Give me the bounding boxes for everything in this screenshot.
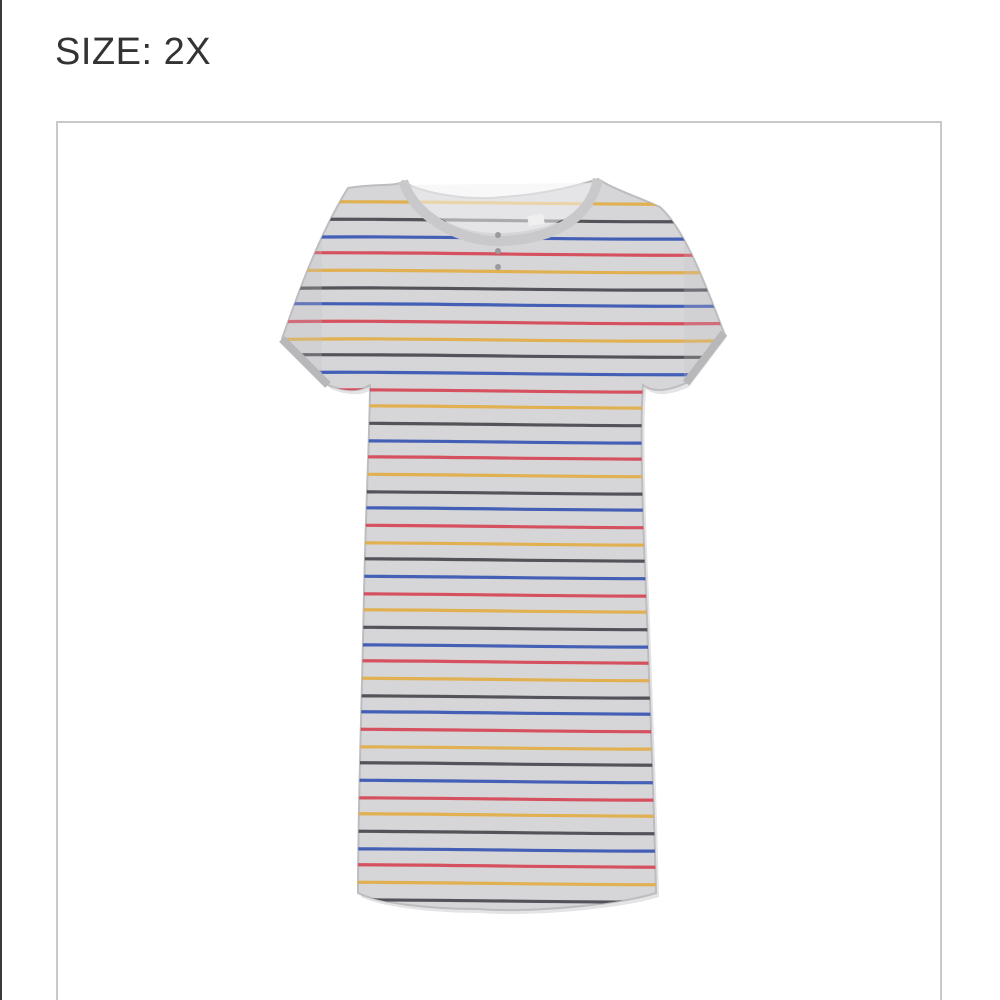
button-icon: [495, 248, 501, 254]
button-icon: [495, 232, 501, 238]
dress-stripe: [282, 862, 724, 870]
dress-stripe: [282, 388, 724, 394]
dress-stripe: [282, 745, 724, 751]
dress-stripe: [282, 403, 724, 411]
dress-stripe: [282, 643, 724, 649]
dress-stripe: [282, 523, 724, 530]
dress-stripe: [282, 880, 724, 887]
dress-stripe: [282, 625, 724, 632]
dress-stripe: [282, 778, 724, 785]
dress-stripe: [282, 556, 724, 564]
dress-stripe: [282, 421, 724, 428]
dress-stripe: [282, 541, 724, 547]
dress-stripe: [282, 472, 724, 479]
dress-stripe: [282, 676, 724, 683]
dress-stripe: [282, 607, 724, 615]
dress-stripe: [282, 811, 724, 819]
dress-stripe: [282, 847, 724, 853]
dress-stripe: [282, 592, 724, 598]
striped-dress-image: [279, 177, 728, 915]
dress-stripe: [282, 694, 724, 700]
dress-stripe: [282, 505, 724, 513]
button-icon: [495, 264, 501, 270]
dress-stripe: [282, 829, 724, 836]
product-image-frame: [56, 121, 942, 1000]
product-size-page: SIZE: 2X: [0, 0, 1000, 1000]
dress-stripe: [282, 490, 724, 496]
dress-stripe: [282, 727, 724, 734]
dress-stripe: [282, 709, 724, 717]
dress-stripe: [282, 574, 724, 581]
dress-stripe: [282, 796, 724, 802]
left-divider: [0, 0, 2, 1000]
dress-stripe: [282, 898, 724, 904]
dress-stripe: [282, 454, 724, 462]
size-label: SIZE: 2X: [55, 31, 212, 73]
dress-stripe: [282, 760, 724, 768]
dress-stripe: [282, 658, 724, 666]
dress-stripe: [282, 439, 724, 445]
